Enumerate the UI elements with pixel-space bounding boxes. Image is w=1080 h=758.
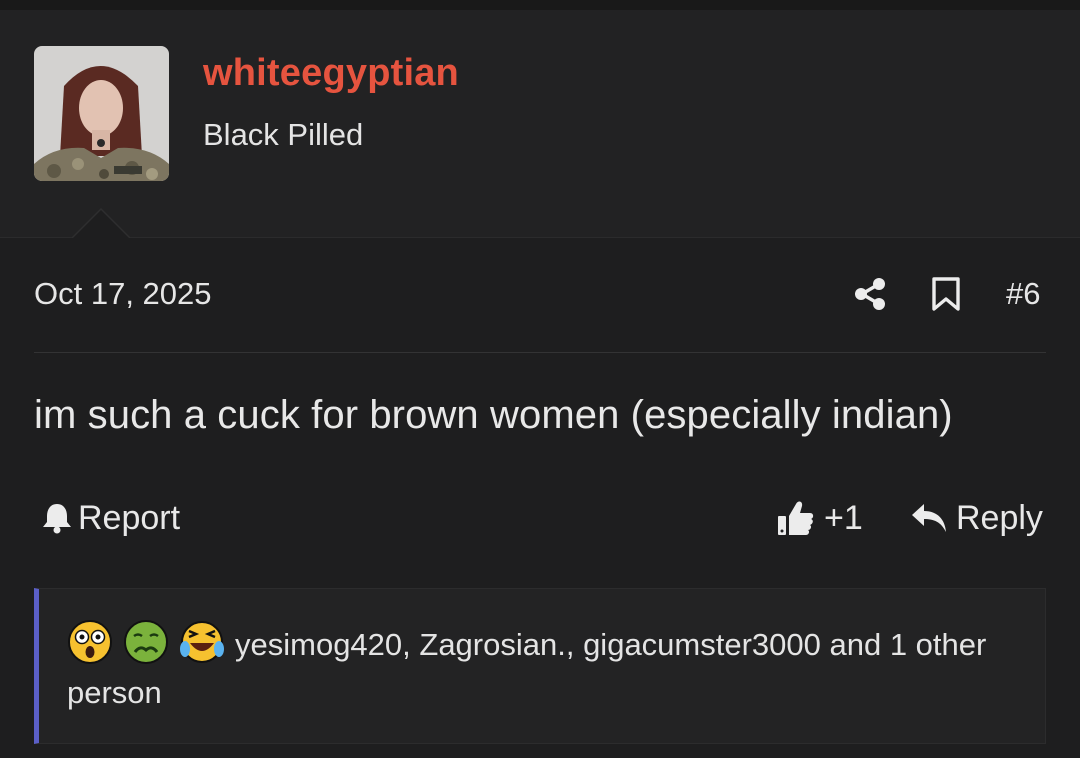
reply-arrow-icon bbox=[912, 504, 946, 532]
reply-label: Reply bbox=[956, 498, 1043, 537]
crying-laughing-emoji-icon bbox=[180, 621, 224, 663]
post-number[interactable]: #6 bbox=[1006, 276, 1040, 312]
like-count: +1 bbox=[824, 498, 863, 537]
share-icon[interactable] bbox=[852, 276, 888, 312]
report-label: Report bbox=[78, 498, 181, 537]
like-button[interactable]: +1 bbox=[776, 496, 863, 540]
astonished-emoji-icon bbox=[68, 620, 112, 664]
caret-pointer bbox=[72, 208, 130, 238]
report-button[interactable]: Report bbox=[40, 496, 180, 540]
post-date[interactable]: Oct 17, 2025 bbox=[34, 276, 212, 312]
user-title: Black Pilled bbox=[203, 117, 364, 152]
bookmark-icon[interactable] bbox=[930, 276, 962, 312]
username[interactable]: whiteegyptian bbox=[203, 52, 459, 95]
avatar[interactable] bbox=[34, 46, 169, 181]
thumbs-up-icon bbox=[778, 501, 814, 535]
divider bbox=[34, 352, 1046, 353]
post-header: whiteegyptian Black Pilled bbox=[0, 10, 1080, 238]
bell-icon bbox=[43, 504, 71, 534]
post-content: im such a cuck for brown women (especial… bbox=[34, 393, 953, 437]
reactions-bar[interactable]: yesimog420, Zagrosian., gigacumster3000 … bbox=[34, 588, 1046, 744]
top-strip bbox=[0, 0, 1080, 10]
avatar-photo bbox=[34, 46, 169, 181]
nauseated-emoji-icon bbox=[124, 620, 168, 664]
reactions-text: yesimog420, Zagrosian., gigacumster3000 … bbox=[67, 619, 1027, 717]
reply-button[interactable]: Reply bbox=[910, 496, 1043, 540]
